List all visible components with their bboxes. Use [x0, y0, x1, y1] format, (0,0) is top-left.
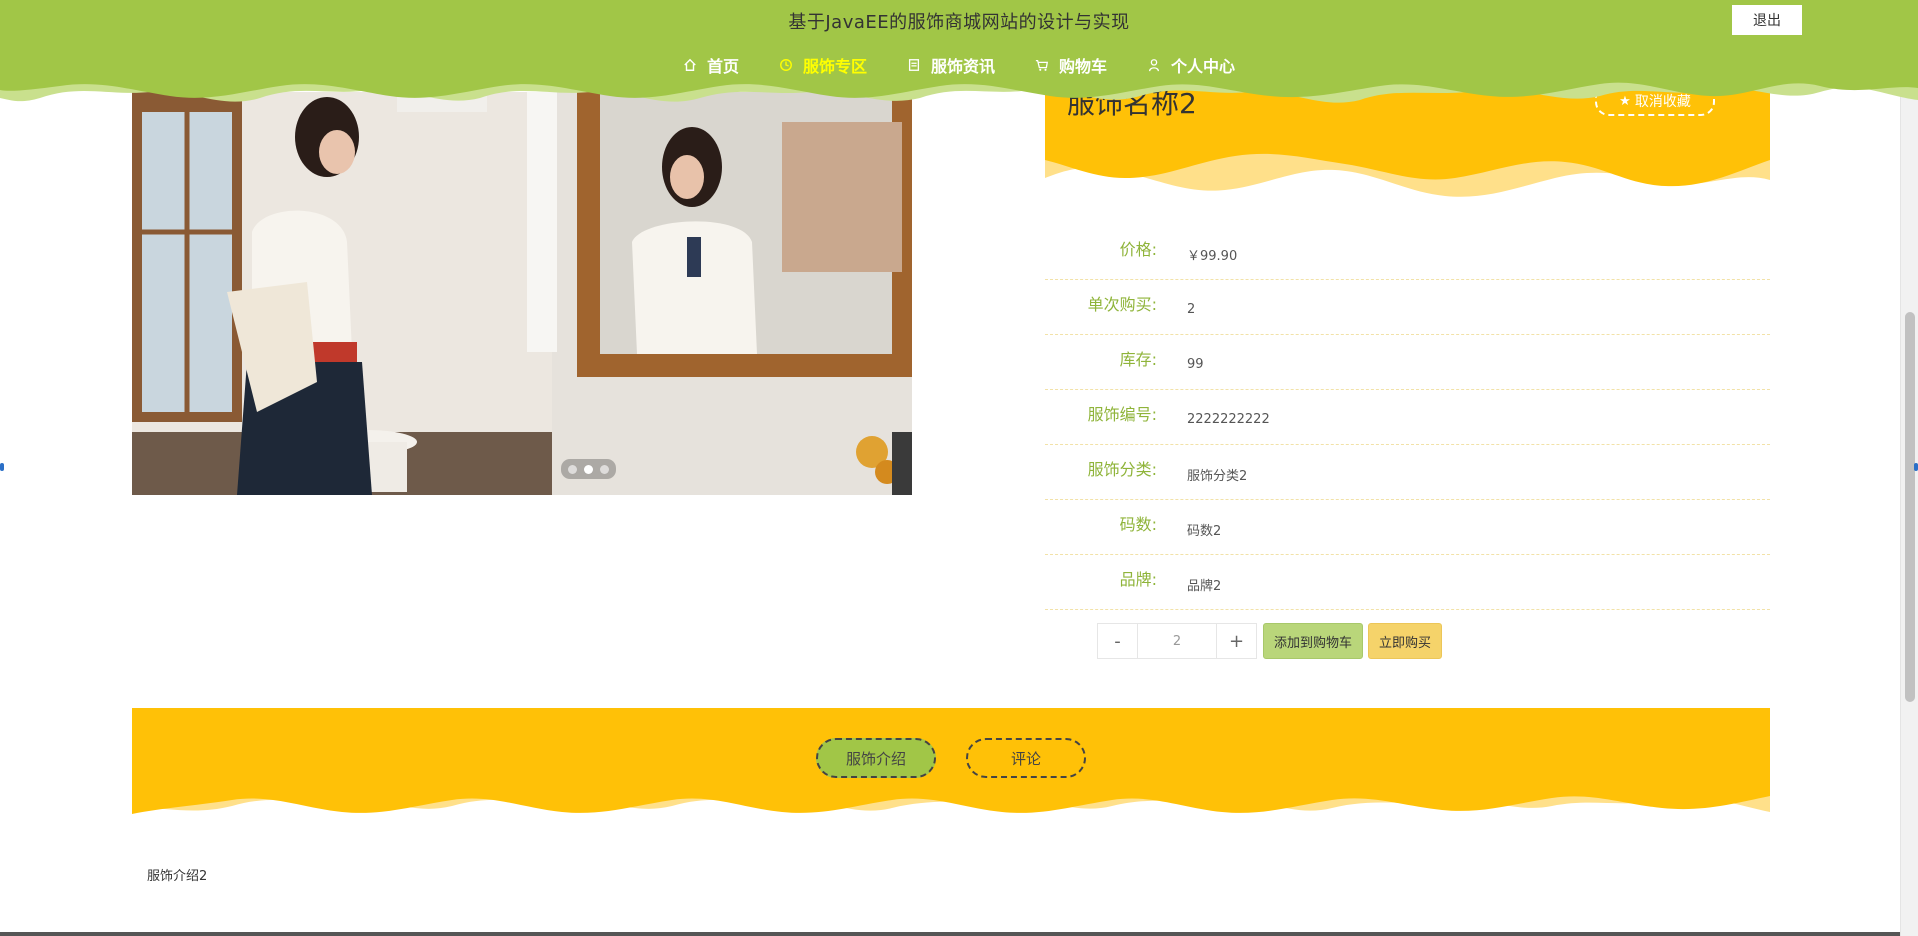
detail-label: 服饰分类:	[1087, 460, 1157, 479]
scrollbar-thumb[interactable]	[1905, 312, 1915, 702]
quantity-stepper: - +	[1097, 623, 1257, 659]
nav-item-clothing-zone[interactable]: 服饰专区	[759, 52, 887, 78]
purchase-controls: - + 添加到购物车 立即购买	[1097, 623, 1443, 659]
detail-label: 价格:	[1119, 240, 1157, 259]
site-header: 基于JavaEE的服饰商城网站的设计与实现 退出 首页 服饰专区 服饰资讯 购物…	[0, 0, 1918, 120]
nav-item-news[interactable]: 服饰资讯	[887, 52, 1015, 78]
quantity-input[interactable]	[1137, 624, 1217, 658]
main-nav: 首页 服饰专区 服饰资讯 购物车 个人中心	[0, 52, 1918, 78]
decrease-quantity-button[interactable]: -	[1098, 624, 1137, 658]
detail-row-stock: 库存: 99	[1045, 335, 1770, 390]
carousel-dot[interactable]	[599, 464, 609, 474]
detail-row-brand: 品牌: 品牌2	[1045, 555, 1770, 610]
detail-tabs: 服饰介绍 评论	[132, 738, 1770, 778]
detail-value: ￥99.90	[1187, 248, 1238, 264]
detail-value: 服饰分类2	[1187, 468, 1248, 484]
carousel-indicators	[492, 459, 684, 479]
add-to-cart-button[interactable]: 添加到购物车	[1263, 623, 1364, 659]
left-edge-marker	[0, 463, 4, 471]
product-photo	[132, 92, 912, 495]
tab-introduction[interactable]: 服饰介绍	[816, 738, 936, 778]
detail-label: 码数:	[1119, 515, 1157, 534]
detail-row-single-purchase: 单次购买: 2	[1045, 280, 1770, 335]
detail-row-price: 价格: ￥99.90	[1045, 225, 1770, 280]
nav-item-profile[interactable]: 个人中心	[1127, 52, 1255, 78]
product-image-carousel[interactable]	[132, 92, 912, 495]
detail-row-size: 码数: 码数2	[1045, 500, 1770, 555]
detail-value: 2	[1187, 301, 1196, 317]
detail-value: 码数2	[1187, 523, 1222, 539]
detail-label: 服饰编号:	[1087, 405, 1157, 424]
nav-item-label: 首页	[706, 57, 739, 76]
detail-value: 品牌2	[1187, 578, 1222, 594]
clock-icon	[780, 59, 792, 71]
increase-quantity-button[interactable]: +	[1217, 624, 1256, 658]
product-detail-list: 价格: ￥99.90 单次购买: 2 库存: 99 服饰编号: 22222222…	[1045, 225, 1770, 610]
tab-comments[interactable]: 评论	[966, 738, 1086, 778]
nav-item-label: 服饰资讯	[930, 57, 995, 76]
detail-value: 99	[1187, 356, 1204, 372]
cart-icon	[1035, 59, 1049, 71]
nav-item-cart[interactable]: 购物车	[1015, 52, 1127, 78]
detail-value: 2222222222	[1187, 411, 1270, 427]
nav-item-label: 服饰专区	[802, 57, 867, 76]
news-icon	[908, 59, 920, 71]
carousel-dot-active[interactable]	[583, 464, 593, 474]
detail-row-code: 服饰编号: 2222222222	[1045, 390, 1770, 445]
site-title: 基于JavaEE的服饰商城网站的设计与实现	[788, 12, 1130, 33]
user-icon	[1148, 59, 1160, 72]
bottom-edge-bar	[0, 932, 1900, 936]
carousel-indicator-track	[560, 459, 616, 479]
detail-label: 品牌:	[1119, 570, 1157, 589]
detail-label: 库存:	[1119, 350, 1157, 369]
nav-item-label: 购物车	[1059, 57, 1108, 76]
buy-now-button[interactable]: 立即购买	[1368, 623, 1443, 659]
detail-tabs-bar: 服饰介绍 评论	[132, 708, 1770, 828]
logout-button[interactable]: 退出	[1732, 5, 1802, 35]
nav-item-label: 个人中心	[1171, 57, 1236, 76]
home-icon	[684, 58, 696, 71]
detail-label: 单次购买:	[1087, 295, 1157, 314]
carousel-dot[interactable]	[567, 464, 577, 474]
detail-row-category: 服饰分类: 服饰分类2	[1045, 445, 1770, 500]
nav-item-home[interactable]: 首页	[663, 52, 759, 78]
right-edge-marker	[1914, 463, 1918, 471]
product-introduction-text: 服饰介绍2	[147, 869, 208, 884]
